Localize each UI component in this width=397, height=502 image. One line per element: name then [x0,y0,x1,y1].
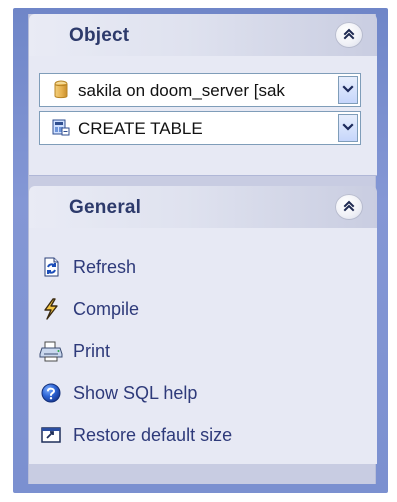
general-panel: General Refresh Compile Print Show SQL h… [29,186,377,464]
compile-action[interactable]: Compile [39,288,359,330]
show-sql-help-action[interactable]: Show SQL help [39,372,359,414]
statement-dropdown-button[interactable] [338,114,358,142]
database-dropdown-button[interactable] [338,76,358,104]
object-panel-body: sakila on doom_server [sak CREATE TABLE [29,56,377,176]
chevron-down-icon [342,121,354,135]
general-panel-title: General [69,197,142,218]
compile-icon [39,297,63,321]
object-panel: Object sakila on doom_server [sak CREATE… [29,14,377,176]
show-sql-help-label: Show SQL help [73,382,198,403]
refresh-label: Refresh [73,256,137,277]
restore-default-size-label: Restore default size [73,424,233,445]
print-action[interactable]: Print [39,330,359,372]
object-panel-title: Object [69,25,130,46]
database-selector-value: sakila on doom_server [sak [78,81,285,100]
statement-selector[interactable]: CREATE TABLE [39,111,361,145]
navigation-pane: Object sakila on doom_server [sak CREATE… [28,14,377,484]
database-selector[interactable]: sakila on doom_server [sak [39,73,361,107]
print-label: Print [73,340,111,361]
restore-size-icon [39,423,63,447]
restore-default-size-action[interactable]: Restore default size [39,414,359,456]
refresh-action[interactable]: Refresh [39,246,359,288]
collapse-general-panel-button[interactable] [335,194,363,220]
print-icon [39,339,63,363]
statement-selector-value: CREATE TABLE [78,119,203,138]
refresh-icon [39,255,63,279]
compile-label: Compile [73,298,140,319]
general-panel-header[interactable]: General [29,186,377,228]
database-icon [50,79,72,101]
chevron-down-icon [342,83,354,97]
double-chevron-up-icon [342,27,356,43]
collapse-object-panel-button[interactable] [335,22,363,48]
double-chevron-up-icon [342,199,356,215]
help-icon [39,381,63,405]
table-icon [50,117,72,139]
object-panel-header[interactable]: Object [29,14,377,56]
navigation-pane-frame: Object sakila on doom_server [sak CREATE… [13,8,388,493]
general-panel-body: Refresh Compile Print Show SQL help Rest… [29,228,377,464]
general-actions-list: Refresh Compile Print Show SQL help Rest… [39,246,359,456]
